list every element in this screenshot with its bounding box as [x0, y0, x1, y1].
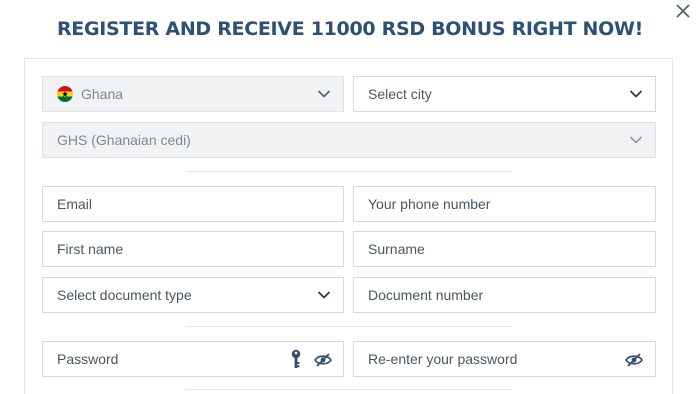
- city-label: Select city: [368, 86, 432, 102]
- document-type-label: Select document type: [57, 287, 192, 303]
- country-select[interactable]: Ghana: [42, 76, 344, 112]
- document-type-select[interactable]: Select document type: [42, 277, 344, 313]
- registration-form: Ghana Select city GHS (Ghanaian cedi) Em…: [24, 58, 673, 394]
- country-label: Ghana: [81, 86, 124, 102]
- eye-slash-icon[interactable]: [314, 353, 332, 367]
- ghana-flag-icon: [57, 86, 73, 102]
- first-name-field[interactable]: First name: [42, 231, 344, 267]
- reenter-password-placeholder: Re-enter your password: [368, 351, 518, 367]
- chevron-down-icon: [317, 291, 331, 299]
- eye-slash-icon[interactable]: [625, 353, 643, 367]
- surname-field[interactable]: Surname: [353, 231, 656, 267]
- document-number-field[interactable]: Document number: [353, 277, 656, 313]
- section-divider: [186, 171, 512, 172]
- dialog-title: REGISTER AND RECEIVE 11000 RSD BONUS RIG…: [56, 18, 644, 40]
- phone-field[interactable]: Your phone number: [353, 186, 656, 222]
- email-placeholder: Email: [57, 196, 93, 212]
- password-placeholder: Password: [57, 351, 119, 367]
- section-divider: [186, 326, 512, 327]
- phone-placeholder: Your phone number: [368, 196, 491, 212]
- first-name-placeholder: First name: [57, 241, 124, 257]
- reenter-password-field[interactable]: Re-enter your password: [353, 341, 656, 377]
- email-field[interactable]: Email: [42, 186, 344, 222]
- section-divider: [186, 389, 512, 390]
- document-number-placeholder: Document number: [368, 287, 484, 303]
- chevron-down-icon: [317, 90, 331, 98]
- key-icon[interactable]: [290, 349, 302, 371]
- city-select[interactable]: Select city: [353, 76, 656, 112]
- currency-select[interactable]: GHS (Ghanaian cedi): [42, 122, 656, 158]
- chevron-down-icon: [629, 136, 643, 144]
- currency-label: GHS (Ghanaian cedi): [57, 132, 191, 148]
- surname-placeholder: Surname: [368, 241, 425, 257]
- chevron-down-icon: [629, 90, 643, 98]
- password-field[interactable]: Password: [42, 341, 344, 377]
